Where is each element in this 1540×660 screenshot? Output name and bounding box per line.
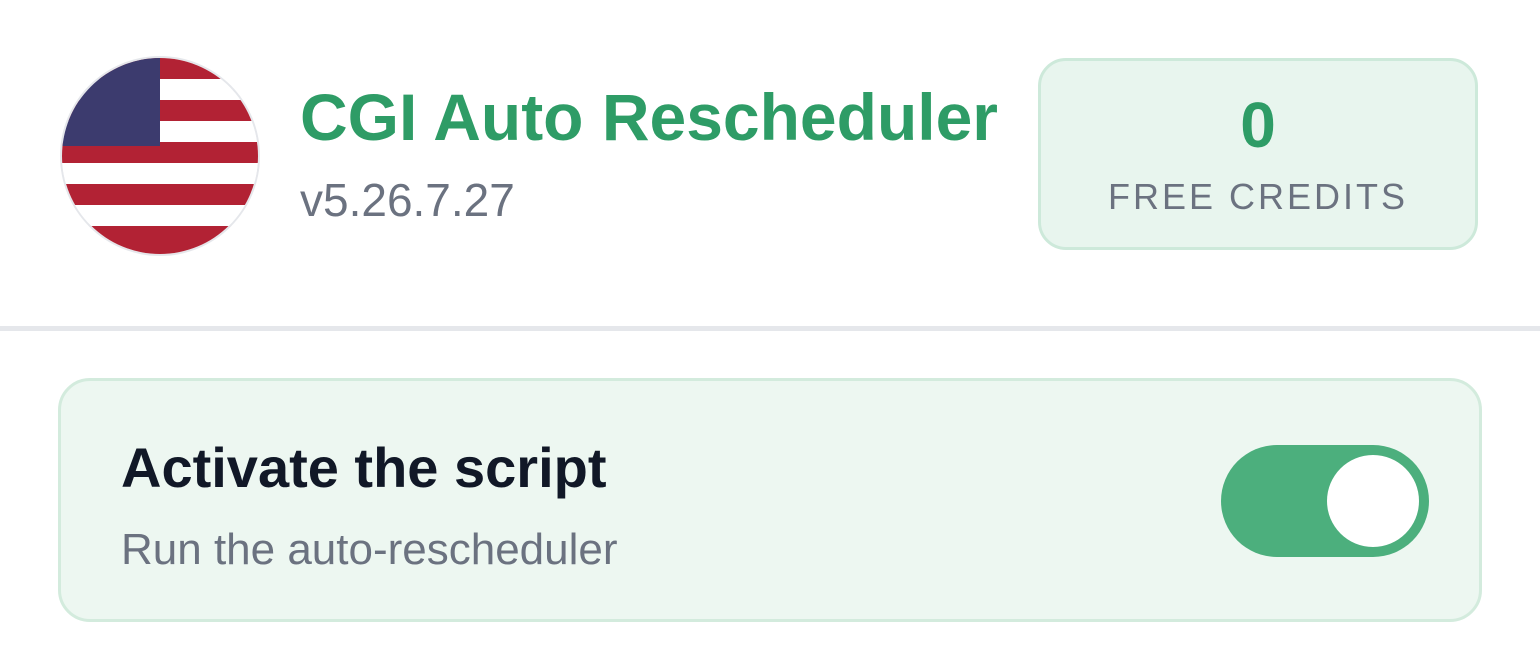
app-title: CGI Auto Rescheduler — [300, 80, 998, 154]
header: CGI Auto Rescheduler v5.26.7.27 0 FREE C… — [0, 0, 1540, 326]
app-version: v5.26.7.27 — [300, 174, 515, 226]
activate-script-toggle[interactable] — [1221, 445, 1429, 557]
credits-label: FREE CREDITS — [1107, 176, 1409, 217]
activation-card: Activate the script Run the auto-resched… — [58, 378, 1482, 622]
toggle-knob — [1327, 455, 1419, 547]
extension-popup: CGI Auto Rescheduler v5.26.7.27 0 FREE C… — [0, 0, 1540, 660]
credits-count: 0 — [1240, 89, 1276, 161]
header-divider — [0, 326, 1540, 331]
activation-subtitle: Run the auto-rescheduler — [121, 525, 618, 574]
us-flag-icon — [62, 58, 258, 254]
activation-title: Activate the script — [121, 436, 607, 499]
us-flag-graphic — [62, 58, 258, 254]
credits-badge: 0 FREE CREDITS — [1038, 58, 1478, 250]
